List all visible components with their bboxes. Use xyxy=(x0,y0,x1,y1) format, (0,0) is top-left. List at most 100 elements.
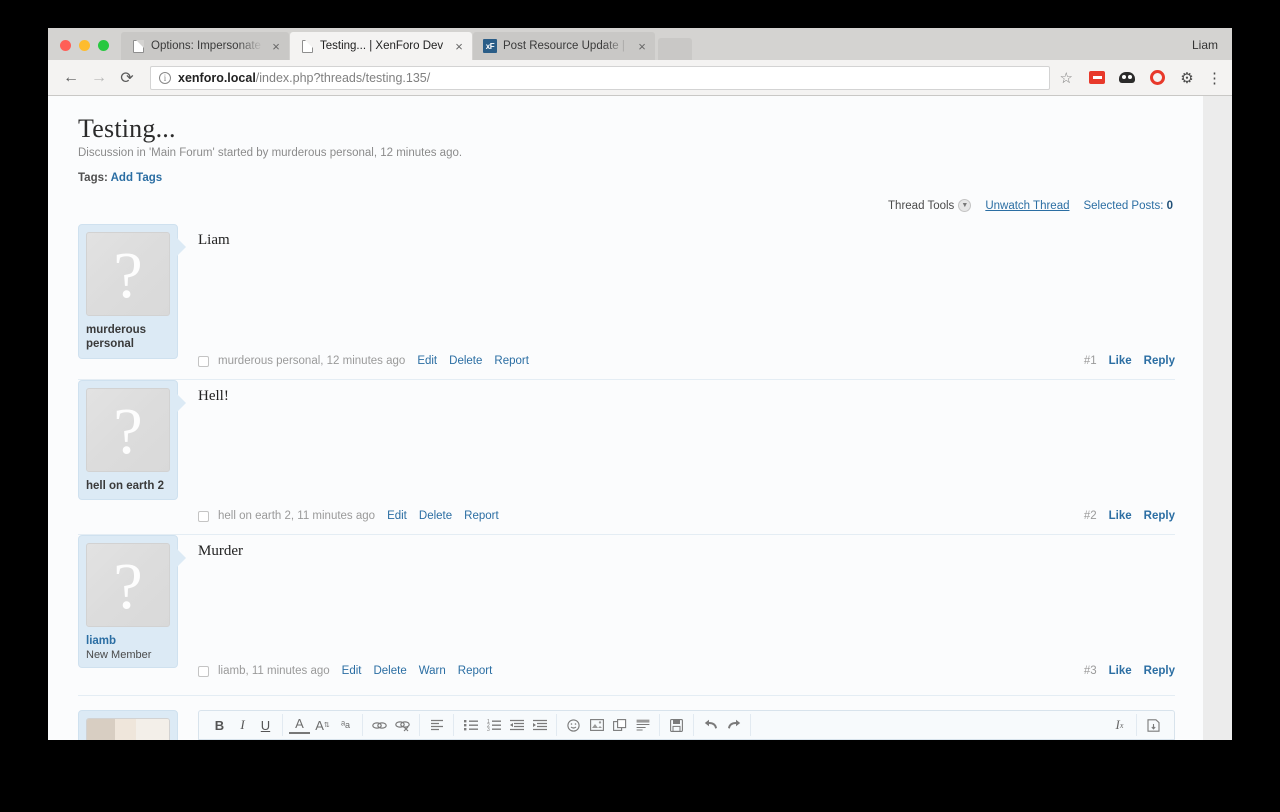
thread-tools-button[interactable]: Thread Tools ▼ xyxy=(888,199,972,212)
post-body: Murder xyxy=(198,543,243,559)
edit-link[interactable]: Edit xyxy=(342,665,362,677)
post-select-checkbox[interactable] xyxy=(198,665,209,677)
toolbar-group-remove-format: Ix xyxy=(1103,714,1137,736)
font-size-icon[interactable]: A ⇅ xyxy=(312,715,333,735)
report-link[interactable]: Report xyxy=(458,665,493,677)
avatar[interactable]: ? xyxy=(86,388,170,472)
smilie-icon[interactable] xyxy=(563,715,584,735)
selected-posts-count: 0 xyxy=(1166,199,1173,212)
xf-icon: xF xyxy=(483,39,497,53)
insert-media-icon[interactable] xyxy=(609,715,630,735)
post-body: Hell! xyxy=(198,388,229,404)
reload-button[interactable]: ⟳ xyxy=(114,65,140,91)
like-link[interactable]: Like xyxy=(1109,355,1132,367)
like-link[interactable]: Like xyxy=(1109,665,1132,677)
reply-link[interactable]: Reply xyxy=(1144,665,1175,677)
post-username[interactable]: hell on earth 2 xyxy=(86,479,170,493)
remove-formatting-icon[interactable]: Ix xyxy=(1109,715,1130,735)
browser-tab-3-title: Post Resource Update | XenFo xyxy=(503,40,629,52)
thread-subtitle: Discussion in 'Main Forum' started by mu… xyxy=(78,147,463,159)
avatar[interactable]: ? xyxy=(86,543,170,627)
gear-icon[interactable]: ⚙ xyxy=(1178,69,1196,87)
post-number[interactable]: #1 xyxy=(1084,355,1097,367)
italic-icon[interactable]: I xyxy=(232,715,253,735)
post-footer: liamb, 11 minutes ago Edit Delete Warn R… xyxy=(198,659,1175,677)
post-select-checkbox[interactable] xyxy=(198,510,209,522)
extension-red-icon[interactable] xyxy=(1088,69,1106,87)
insert-link-icon[interactable] xyxy=(369,715,390,735)
toolbar-group-toggle-bbcode xyxy=(1137,714,1170,736)
browser-tab-2-close-icon[interactable]: × xyxy=(452,39,466,53)
page-viewport: Testing... Discussion in 'Main Forum' st… xyxy=(48,96,1232,740)
editor-main: B I U A A ⇅ ᵃa 1 2 3 I x xyxy=(178,710,1175,740)
post-user-title: New Member xyxy=(86,649,152,662)
post-username[interactable]: liamb xyxy=(86,634,170,648)
close-window-button[interactable] xyxy=(60,40,71,51)
align-left-icon[interactable] xyxy=(426,715,447,735)
site-info-icon[interactable]: i xyxy=(159,71,171,84)
browser-tab-3[interactable]: xF Post Resource Update | XenFo × xyxy=(473,32,655,60)
post-main: Hell! hell on earth 2, 11 minutes ago Ed… xyxy=(178,380,1175,522)
reply-link[interactable]: Reply xyxy=(1144,355,1175,367)
like-link[interactable]: Like xyxy=(1109,510,1132,522)
warn-link[interactable]: Warn xyxy=(419,665,446,677)
device-frame: Options: Impersonate User | A × Testing.… xyxy=(0,0,1280,812)
redo-icon[interactable] xyxy=(723,715,744,735)
bookmark-star-icon[interactable]: ☆ xyxy=(1060,69,1073,87)
delete-link[interactable]: Delete xyxy=(449,355,482,367)
delete-link[interactable]: Delete xyxy=(419,510,452,522)
bullet-list-icon[interactable] xyxy=(460,715,481,735)
page-icon xyxy=(131,39,145,53)
toolbar-group-right: Ix xyxy=(1103,714,1170,736)
delete-link[interactable]: Delete xyxy=(373,665,406,677)
post-meta: murderous personal, 12 minutes ago xyxy=(218,355,406,367)
toolbar-group-history xyxy=(694,714,751,736)
undo-icon[interactable] xyxy=(700,715,721,735)
tags-row: Tags: Add Tags xyxy=(78,172,1175,184)
post-user-panel: ? liamb New Member xyxy=(78,535,186,669)
maximize-window-button[interactable] xyxy=(98,40,109,51)
avatar[interactable] xyxy=(86,718,170,740)
avatar[interactable]: ? xyxy=(86,232,170,316)
post-select-checkbox[interactable] xyxy=(198,355,209,367)
insert-table-icon[interactable] xyxy=(632,715,653,735)
back-button[interactable]: ← xyxy=(58,65,84,91)
extension-dark-icon[interactable] xyxy=(1118,69,1136,87)
report-link[interactable]: Report xyxy=(494,355,529,367)
minimize-window-button[interactable] xyxy=(79,40,90,51)
browser-window: Options: Impersonate User | A × Testing.… xyxy=(48,28,1232,740)
outdent-icon[interactable] xyxy=(506,715,527,735)
font-family-icon[interactable]: ᵃa xyxy=(335,715,356,735)
insert-image-icon[interactable] xyxy=(586,715,607,735)
browser-tab-2[interactable]: Testing... | XenForo Dev × xyxy=(290,32,472,60)
post-number[interactable]: #3 xyxy=(1084,665,1097,677)
draft-save-icon[interactable] xyxy=(666,715,687,735)
edit-link[interactable]: Edit xyxy=(387,510,407,522)
post-footer: murderous personal, 12 minutes ago Edit … xyxy=(198,349,1175,367)
post-main: Liam murderous personal, 12 minutes ago … xyxy=(178,224,1175,367)
unwatch-thread-link[interactable]: Unwatch Thread xyxy=(985,200,1069,212)
bold-icon[interactable]: B xyxy=(209,715,230,735)
forward-button[interactable]: → xyxy=(86,65,112,91)
browser-tab-1[interactable]: Options: Impersonate User | A × xyxy=(121,32,289,60)
tags-label: Tags: xyxy=(78,172,108,184)
indent-icon[interactable] xyxy=(529,715,550,735)
add-tags-link[interactable]: Add Tags xyxy=(111,172,163,184)
edit-link[interactable]: Edit xyxy=(417,355,437,367)
new-tab-button[interactable] xyxy=(658,38,692,60)
report-link[interactable]: Report xyxy=(464,510,499,522)
remove-link-icon[interactable] xyxy=(392,715,413,735)
post-number[interactable]: #2 xyxy=(1084,510,1097,522)
browser-tab-3-close-icon[interactable]: × xyxy=(635,39,649,53)
reply-link[interactable]: Reply xyxy=(1144,510,1175,522)
numbered-list-icon[interactable]: 123 xyxy=(483,715,504,735)
browser-tab-1-close-icon[interactable]: × xyxy=(269,39,283,53)
toggle-bbcode-icon[interactable] xyxy=(1143,715,1164,735)
selected-posts-counter: Selected Posts: 0 xyxy=(1083,200,1173,212)
post-username[interactable]: murderous personal xyxy=(86,323,170,352)
text-color-icon[interactable]: A xyxy=(289,717,310,734)
opera-icon[interactable] xyxy=(1148,69,1166,87)
address-bar[interactable]: i xenforo.local/index.php?threads/testin… xyxy=(150,65,1050,90)
underline-icon[interactable]: U xyxy=(255,715,276,735)
kebab-menu-icon[interactable]: ⋮ xyxy=(1207,69,1222,87)
